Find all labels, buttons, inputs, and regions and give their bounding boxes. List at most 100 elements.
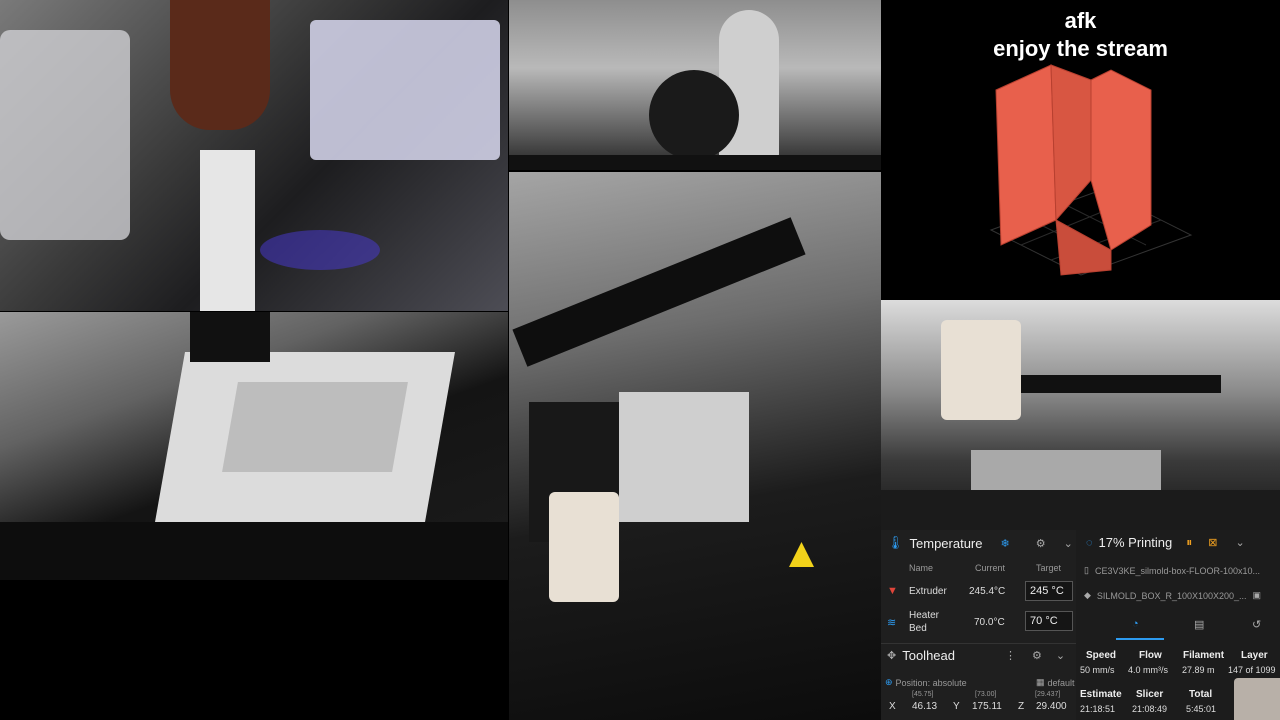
afk-subtitle: enjoy the stream (993, 36, 1168, 61)
camera-side-view (0, 312, 508, 580)
estimate-value: 21:18:51 (1080, 704, 1116, 714)
flow-label: Flow (1139, 650, 1162, 661)
grid-icon: ▦ (1036, 677, 1045, 687)
print-bed (881, 490, 1280, 530)
object-icon: ◆ (1084, 590, 1091, 600)
bed-label-line1: Heater (909, 610, 940, 621)
camera-nozzle-closeup (0, 0, 508, 311)
pause-icon[interactable]: ⏸ (1186, 535, 1192, 550)
nozzle-heater (170, 0, 270, 130)
extruder-current: 245.4°C (969, 586, 1006, 597)
chevron-down-icon[interactable]: ⌄ (1064, 537, 1073, 550)
snowflake-icon[interactable]: ❄ (1001, 537, 1010, 550)
x-value: 46.13 (912, 701, 938, 712)
extruder-icon: ▼ (887, 585, 898, 597)
more-icon[interactable]: ⋮ (1005, 649, 1016, 662)
camera-figurine (509, 0, 881, 170)
layer-label: Layer (1241, 650, 1268, 661)
y-axis-label: Y (953, 701, 960, 712)
z-axis-label: Z (1018, 701, 1025, 712)
object-file-name: SILMOLD_BOX_R_100X100X200_... (1096, 590, 1247, 601)
file-icon: ▯ (1084, 565, 1089, 575)
x-raw: [45.75] (912, 691, 934, 698)
move-icon: ✥ (887, 650, 897, 662)
extruder-target-value: 245 (1030, 585, 1049, 597)
y-raw: [73.00] (975, 691, 997, 698)
estimate-label: Estimate (1080, 689, 1122, 700)
spool (649, 70, 739, 160)
cancel-print-icon[interactable]: ⊠ (1208, 536, 1217, 549)
z-value: 29.400 (1036, 701, 1067, 712)
temperature-panel: 🌡 Temperature ❄ ⚙ ⌄ Name Current Target … (881, 530, 1076, 720)
gear-icon[interactable]: ⚙ (1036, 537, 1046, 550)
default-label: default (1047, 677, 1075, 688)
flow-value: 4.0 mm³/s (1128, 665, 1169, 675)
col-target-header: Target (1036, 563, 1062, 573)
heater-bed-icon: ≋ (887, 617, 897, 629)
chevron-down-icon[interactable]: ⌄ (1236, 536, 1245, 549)
x-gantry (1021, 375, 1221, 393)
camera-front-view (509, 172, 881, 720)
printed-box (619, 392, 749, 522)
speed-label: Speed (1086, 650, 1117, 661)
print-status: 17% Printing (1098, 535, 1173, 550)
extruder-target-input[interactable]: 245 °C (1025, 581, 1073, 601)
y-position-field[interactable]: 175.11 (972, 701, 1002, 712)
bed-target-unit: °C (1045, 615, 1058, 627)
thermometer-icon: 🌡 (887, 535, 904, 550)
x-gantry (512, 217, 806, 367)
slicer-value: 21:08:49 (1132, 704, 1168, 714)
print-part (310, 20, 500, 160)
history-icon[interactable]: ↺ (1252, 618, 1261, 631)
afk-title: afk (1064, 8, 1097, 33)
filament-label: Filament (1183, 650, 1225, 661)
toolhead-title: Toolhead (902, 648, 955, 663)
total-label: Total (1189, 689, 1213, 700)
gear-icon[interactable]: ⚙ (1032, 649, 1042, 662)
x-axis-label: X (889, 701, 896, 712)
chevron-down-icon[interactable]: ⌄ (1056, 649, 1065, 662)
camera-rear-view (881, 300, 1280, 530)
printed-box-inner (222, 382, 408, 472)
uv-light-glow (260, 230, 380, 270)
temperature-title: Temperature (909, 535, 983, 551)
progress-spinner-icon: ◌ (1086, 536, 1093, 549)
divider (881, 643, 1076, 644)
printed-box (971, 450, 1161, 490)
model-preview (989, 64, 1193, 276)
total-value: 5:45:01 (1186, 704, 1217, 714)
active-tab-indicator (1116, 638, 1164, 640)
z-position-field[interactable]: 29.400 (1036, 701, 1067, 712)
col-current-header: Current (975, 563, 1006, 573)
print-bed (0, 522, 508, 580)
layer-value: 147 of 1099 (1228, 665, 1276, 675)
3dpcsk-badge (941, 320, 1021, 420)
col-name-header: Name (909, 563, 934, 573)
speed-value: 50 mm/s (1080, 665, 1115, 675)
slicer-label: Slicer (1136, 689, 1164, 700)
settings-icon[interactable]: ▣ (1253, 590, 1262, 601)
print-status-panel: ◌ 17% Printing ⏸ ⊠ ⌄ ▯ CE3V3KE_silmold-b… (1076, 530, 1280, 720)
hotend (190, 312, 270, 362)
position-label: Position: absolute (895, 677, 967, 688)
z-raw: [29.437] (1035, 691, 1061, 698)
warning-icon (789, 542, 814, 567)
y-value: 175.11 (972, 701, 1002, 712)
afk-overlay-panel: afk enjoy the stream (881, 0, 1280, 300)
crosshair-icon: ⊕ (885, 677, 893, 687)
bed-label-line2: Bed (909, 623, 927, 634)
empty-region (0, 580, 508, 720)
x-position-field[interactable]: 46.13 (912, 701, 937, 712)
bed-target-value: 70 (1030, 615, 1043, 627)
extruder-label: Extruder (909, 586, 947, 597)
gauge-icon[interactable]: ◔ (1132, 618, 1139, 630)
bed-target-input[interactable]: 70 °C (1025, 611, 1073, 631)
fan-shroud (0, 30, 130, 240)
webcam-thumbnail (1234, 678, 1280, 720)
3dpcsk-badge (549, 492, 619, 602)
filament-value: 27.89 m (1182, 665, 1215, 675)
document-icon[interactable]: ▤ (1194, 618, 1204, 631)
printed-post (200, 150, 255, 311)
extruder-target-unit: °C (1051, 585, 1064, 597)
frame-rail (509, 155, 881, 170)
